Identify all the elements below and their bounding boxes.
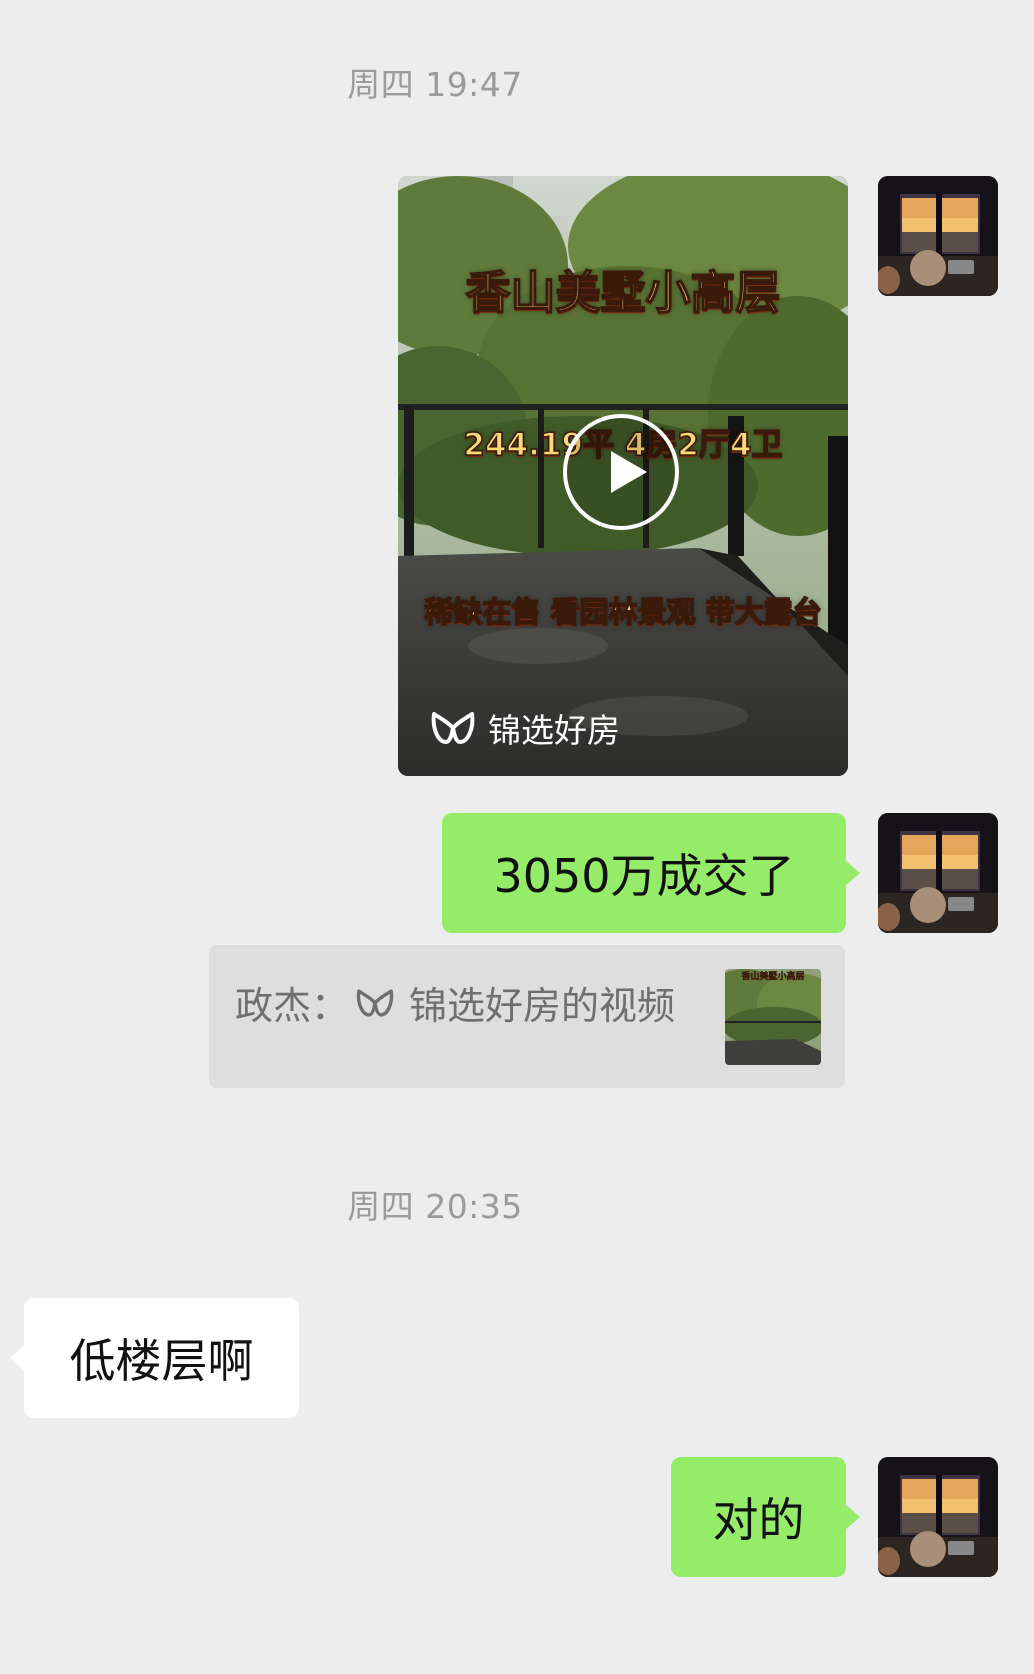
quoted-message[interactable]: 政杰： 锦选好房的视频 香山美墅小高层 — [209, 945, 845, 1088]
avatar[interactable] — [878, 813, 998, 933]
channel-name: 锦选好房 — [488, 711, 620, 750]
thumb-caption: 香山美墅小高层 — [740, 970, 804, 982]
avatar-image — [878, 813, 998, 933]
quote-content: 锦选好房的视频 — [409, 984, 676, 1028]
avatar[interactable] — [878, 176, 998, 296]
message-text: 3050万成交了 — [493, 849, 795, 903]
play-button[interactable] — [563, 414, 679, 530]
play-icon — [611, 451, 647, 493]
timestamp: 周四 19:47 — [347, 65, 523, 104]
video-caption: 稀缺在售 看园林景观 带大露台 — [424, 594, 823, 630]
channel-brand: 锦选好房 — [430, 706, 620, 750]
message-bubble-received[interactable]: 低楼层啊 — [10, 1298, 299, 1418]
quote-thumbnail[interactable]: 香山美墅小高层 — [725, 969, 821, 1065]
quote-thumbnail-image: 香山美墅小高层 — [725, 969, 821, 1065]
channels-logo-icon — [356, 988, 394, 1017]
avatar-image — [878, 176, 998, 296]
video-title: 香山美墅小高层 — [465, 265, 782, 320]
message-bubble-sent[interactable]: 3050万成交了 — [442, 813, 860, 933]
message-text: 对的 — [712, 1493, 805, 1547]
timestamp: 周四 20:35 — [347, 1187, 523, 1226]
message-bubble-sent[interactable]: 对的 — [671, 1457, 860, 1577]
avatar[interactable] — [878, 1457, 998, 1577]
channels-logo-icon — [431, 712, 475, 744]
avatar-image — [878, 1457, 998, 1577]
quote-sender: 政杰： — [235, 984, 350, 1028]
chat-screen: 周四 19:47 香山美墅小高层 244.19平 4房2厅4卫 稀缺在售 看园林… — [0, 0, 1034, 1674]
quote-text: 政杰： 锦选好房的视频 — [235, 975, 675, 1030]
video-message[interactable]: 香山美墅小高层 244.19平 4房2厅4卫 稀缺在售 看园林景观 带大露台 锦… — [398, 176, 848, 776]
message-text: 低楼层啊 — [69, 1334, 254, 1388]
